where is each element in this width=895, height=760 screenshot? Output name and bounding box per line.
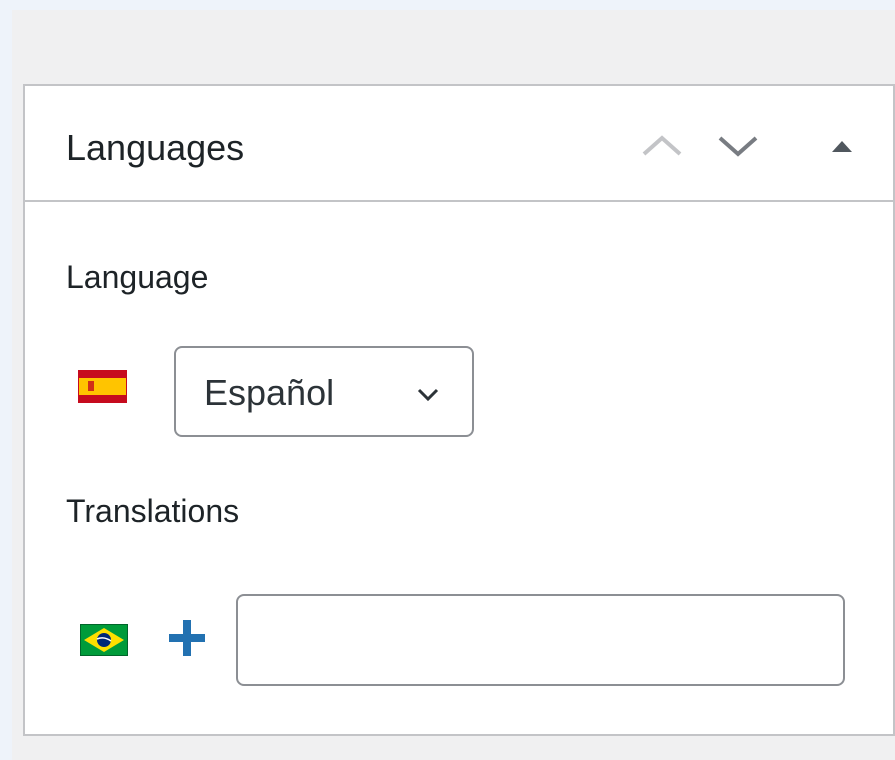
move-down-button[interactable] [716,126,760,166]
chevron-up-icon [642,135,682,156]
chevron-down-icon [417,388,439,402]
triangle-up-icon [832,141,852,152]
translation-input[interactable] [236,594,845,686]
language-select-value: Español [204,372,335,413]
panel-header: Languages [25,86,893,202]
toggle-panel-button[interactable] [820,126,864,166]
plus-icon [169,620,205,656]
translations-label: Translations [66,493,240,529]
move-up-button[interactable] [640,126,684,166]
spain-flag-icon [78,370,127,403]
languages-panel: Languages Language Español Translations [23,84,895,736]
brazil-flag-icon [80,624,128,656]
language-select[interactable]: Español [174,346,474,437]
add-translation-button[interactable] [166,617,208,659]
language-label: Language [66,259,209,295]
chevron-down-icon [718,136,758,157]
panel-title: Languages [66,127,245,168]
